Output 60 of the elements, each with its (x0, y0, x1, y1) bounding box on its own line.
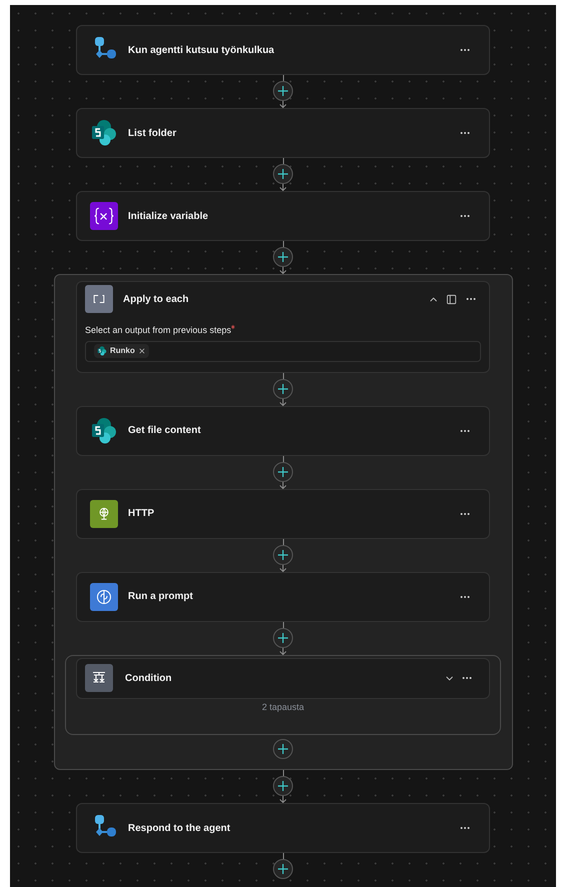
action-card[interactable]: Respond to the agent (76, 803, 490, 853)
loop-card[interactable]: Apply to each Select an output from previous steps Runko (76, 281, 490, 372)
connector-arrow (278, 564, 288, 572)
action-title: Initialize variable (128, 210, 210, 224)
connector-arrow (278, 648, 288, 654)
action-card[interactable]: List folder (76, 108, 490, 158)
action-title: HTTP (128, 507, 156, 521)
plus-icon (277, 466, 289, 478)
plus-icon (277, 632, 289, 644)
connector-arrow (278, 267, 288, 274)
token-chip[interactable]: Runko (94, 344, 149, 358)
plus-icon (277, 863, 289, 875)
add-step-button[interactable] (273, 462, 293, 482)
globe-icon (90, 500, 118, 528)
add-step-button[interactable] (273, 628, 293, 648)
connector-arrow (278, 101, 288, 108)
action-card[interactable]: Run a prompt (76, 572, 490, 622)
variable-icon (90, 202, 118, 230)
plus-icon (277, 548, 289, 560)
add-step-button[interactable] (273, 544, 293, 564)
sharepoint-icon (90, 119, 118, 147)
add-step-button[interactable] (273, 247, 293, 267)
add-step-button[interactable] (273, 739, 293, 759)
add-step-button[interactable] (273, 776, 293, 796)
action-card[interactable]: Get file content (76, 406, 490, 456)
remove-icon (138, 347, 146, 355)
loop-icon (85, 285, 113, 313)
plus-icon (277, 382, 289, 394)
action-title: Run a prompt (128, 590, 194, 604)
plus-icon (277, 251, 289, 263)
action-title: Kun agentti kutsuu työnkulkua (128, 44, 276, 58)
output-field[interactable]: Runko (85, 340, 481, 362)
action-title: Get file content (128, 424, 202, 438)
case-count: 2 tapausta (262, 700, 304, 714)
plus-icon (277, 85, 289, 97)
add-step-button[interactable] (273, 859, 293, 879)
action-title: List folder (128, 126, 178, 140)
panel-icon (446, 294, 456, 304)
field-label: Select an output from previous steps (85, 324, 232, 337)
action-title: Apply to each (123, 292, 190, 306)
connector-arrow (278, 398, 288, 406)
token-label: Runko (110, 345, 135, 357)
connector-arrow (278, 482, 288, 488)
sharepoint-icon (90, 416, 118, 444)
sharepoint-icon (97, 346, 107, 356)
action-card[interactable]: HTTP (76, 488, 490, 538)
condition-icon (85, 664, 113, 692)
plus-icon (277, 780, 289, 792)
connector-arrow (278, 796, 288, 803)
add-step-button[interactable] (273, 81, 293, 101)
action-card[interactable]: Kun agentti kutsuu työnkulkua (76, 25, 490, 75)
action-title: Condition (125, 672, 173, 686)
action-card[interactable]: Initialize variable (76, 191, 490, 241)
action-card[interactable]: Condition (76, 658, 490, 698)
plus-icon (277, 168, 289, 180)
connector-arrow (278, 184, 288, 191)
action-title: Respond to the agent (128, 822, 232, 836)
add-step-button[interactable] (273, 164, 293, 184)
add-step-button[interactable] (273, 378, 293, 398)
plus-icon (277, 743, 289, 755)
